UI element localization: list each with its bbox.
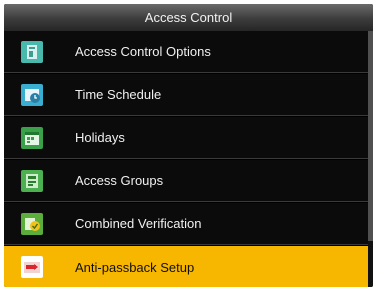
menu-item-access-groups[interactable]: Access Groups: [4, 160, 373, 202]
menu-item-time-schedule[interactable]: Time Schedule: [4, 74, 373, 116]
menu-item-label: Time Schedule: [75, 87, 162, 102]
menu-item-anti-passback-setup[interactable]: Anti-passback Setup: [4, 246, 373, 287]
access-control-menu: Access Control Options Time Schedule Hol…: [4, 31, 373, 287]
menu-item-label: Access Control Options: [75, 44, 211, 59]
anti-passback-icon: [21, 256, 43, 278]
menu-item-holidays[interactable]: Holidays: [4, 117, 373, 159]
device-screen: Access Control Access Control Options Ti…: [4, 4, 373, 287]
clock-icon: [21, 84, 43, 106]
access-options-icon: [21, 41, 43, 63]
calendar-icon: [21, 127, 43, 149]
verification-icon: [21, 213, 43, 235]
menu-item-label: Anti-passback Setup: [75, 259, 195, 275]
menu-item-access-control-options[interactable]: Access Control Options: [4, 31, 373, 73]
menu-item-combined-verification[interactable]: Combined Verification: [4, 203, 373, 245]
group-icon: [21, 170, 43, 192]
menu-scrollbar[interactable]: [368, 31, 373, 287]
menu-item-label: Access Groups: [75, 173, 164, 188]
scrollbar-thumb[interactable]: [368, 31, 373, 241]
menu-item-label: Combined Verification: [75, 216, 202, 231]
screen-title: Access Control: [4, 4, 373, 31]
menu-item-label: Holidays: [75, 130, 125, 145]
